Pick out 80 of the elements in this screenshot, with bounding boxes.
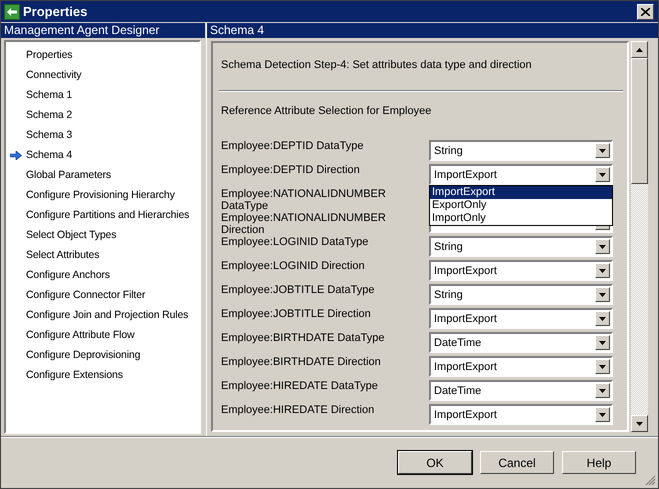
- nav-item[interactable]: Global Parameters: [6, 165, 199, 185]
- caret-icon: [599, 340, 606, 344]
- attribute-label: Employee:JOBTITLE Direction: [221, 308, 372, 320]
- attribute-label: Employee:DEPTID Direction: [221, 164, 361, 176]
- dropdown-option[interactable]: ExportOnly: [430, 199, 612, 212]
- vertical-scrollbar[interactable]: [631, 41, 648, 432]
- dropdown-button[interactable]: [595, 311, 610, 326]
- dropdown-field[interactable]: String: [429, 284, 613, 305]
- caret-icon: [599, 148, 606, 152]
- dropdown-button[interactable]: [595, 263, 610, 278]
- attribute-label: Employee:LOGINID Direction: [221, 260, 366, 272]
- nav-item[interactable]: Configure Deprovisioning: [6, 345, 199, 365]
- dropdown-button[interactable]: [595, 359, 610, 374]
- up-arrow-icon: [636, 48, 643, 52]
- caret-icon: [599, 172, 606, 176]
- nav-item[interactable]: Configure Extensions: [6, 365, 199, 385]
- dropdown-field[interactable]: ImportExport: [429, 260, 613, 281]
- dropdown-option[interactable]: ImportOnly: [430, 212, 612, 225]
- dropdown-field[interactable]: DateTime: [429, 380, 613, 401]
- dropdown-option[interactable]: ImportExport: [430, 186, 612, 199]
- nav-item[interactable]: Configure Provisioning Hierarchy: [6, 185, 199, 205]
- dropdown-field[interactable]: ImportExport: [429, 356, 613, 377]
- app-icon: [4, 4, 20, 20]
- nav-item[interactable]: Schema 2: [6, 105, 199, 125]
- attribute-label: Employee:LOGINID DataType: [221, 236, 370, 248]
- attribute-label: Employee:HIREDATE DataType: [221, 380, 379, 392]
- dropdown-field[interactable]: ImportExport: [429, 404, 613, 425]
- section-title: Reference Attribute Selection for Employee: [221, 104, 432, 118]
- window-title: Properties: [23, 4, 88, 19]
- dropdown-button[interactable]: [595, 143, 610, 158]
- panel-header: Schema 4: [207, 23, 658, 38]
- close-icon: [641, 8, 650, 16]
- attribute-label: Employee:NATIONALIDNUMBER Direction: [221, 212, 387, 236]
- scroll-thumb[interactable]: [631, 58, 648, 184]
- caret-icon: [599, 268, 606, 272]
- dialog-button[interactable]: OK: [398, 451, 472, 474]
- attribute-label: Employee:HIREDATE Direction: [221, 404, 376, 416]
- nav-item[interactable]: Schema 3: [6, 125, 199, 145]
- caret-icon: [599, 292, 606, 296]
- dropdown-button[interactable]: [595, 383, 610, 398]
- step-description: Schema Detection Step-4: Set attributes data type and direction: [221, 58, 533, 73]
- resize-grip-icon: [645, 475, 656, 486]
- dropdown-button[interactable]: [595, 335, 610, 350]
- scroll-down-button[interactable]: [631, 415, 648, 432]
- dropdown-field[interactable]: ImportExport: [429, 308, 613, 329]
- panel-header: Management Agent Designer: [1, 23, 205, 38]
- attribute-label: Employee:DEPTID DataType: [221, 140, 364, 152]
- nav-item[interactable]: Select Attributes: [6, 245, 199, 265]
- dialog-button[interactable]: Help: [562, 451, 636, 474]
- nav-item[interactable]: Configure Anchors: [6, 265, 199, 285]
- caret-icon: [599, 412, 606, 416]
- nav-item[interactable]: Schema 1: [6, 85, 199, 105]
- dropdown-button[interactable]: [595, 167, 610, 182]
- close-button[interactable]: [637, 4, 654, 20]
- dropdown-button[interactable]: [595, 239, 610, 254]
- nav-item[interactable]: Configure Join and Projection Rules: [6, 305, 199, 325]
- attribute-label: Employee:BIRTHDATE Direction: [221, 356, 382, 368]
- nav-item[interactable]: Configure Attribute Flow: [6, 325, 199, 345]
- down-arrow-icon: [636, 422, 643, 426]
- dropdown-button[interactable]: [595, 407, 610, 422]
- dropdown-field[interactable]: ImportExport: [429, 164, 613, 185]
- scroll-up-button[interactable]: [631, 41, 648, 58]
- caret-icon: [599, 364, 606, 368]
- nav-item[interactable]: Properties: [6, 45, 199, 65]
- dropdown-button[interactable]: [595, 287, 610, 302]
- dropdown-field[interactable]: String: [429, 140, 613, 161]
- dropdown-field[interactable]: DateTime: [429, 332, 613, 353]
- nav-item[interactable]: Select Object Types: [6, 225, 199, 245]
- nav-item[interactable]: Schema 4: [6, 145, 199, 165]
- attribute-label: Employee:BIRTHDATE DataType: [221, 332, 386, 344]
- caret-icon: [599, 316, 606, 320]
- caret-icon: [599, 244, 606, 248]
- attribute-label: Employee:JOBTITLE DataType: [221, 284, 376, 296]
- nav-item[interactable]: Connectivity: [6, 65, 199, 85]
- caret-icon: [599, 388, 606, 392]
- dropdown-field[interactable]: String: [429, 236, 613, 257]
- dialog-button[interactable]: Cancel: [480, 451, 554, 474]
- nav-item[interactable]: Configure Connector Filter: [6, 285, 199, 305]
- attribute-label: Employee:NATIONALIDNUMBER DataType: [221, 188, 387, 212]
- nav-item[interactable]: Configure Partitions and Hierarchies: [6, 205, 199, 225]
